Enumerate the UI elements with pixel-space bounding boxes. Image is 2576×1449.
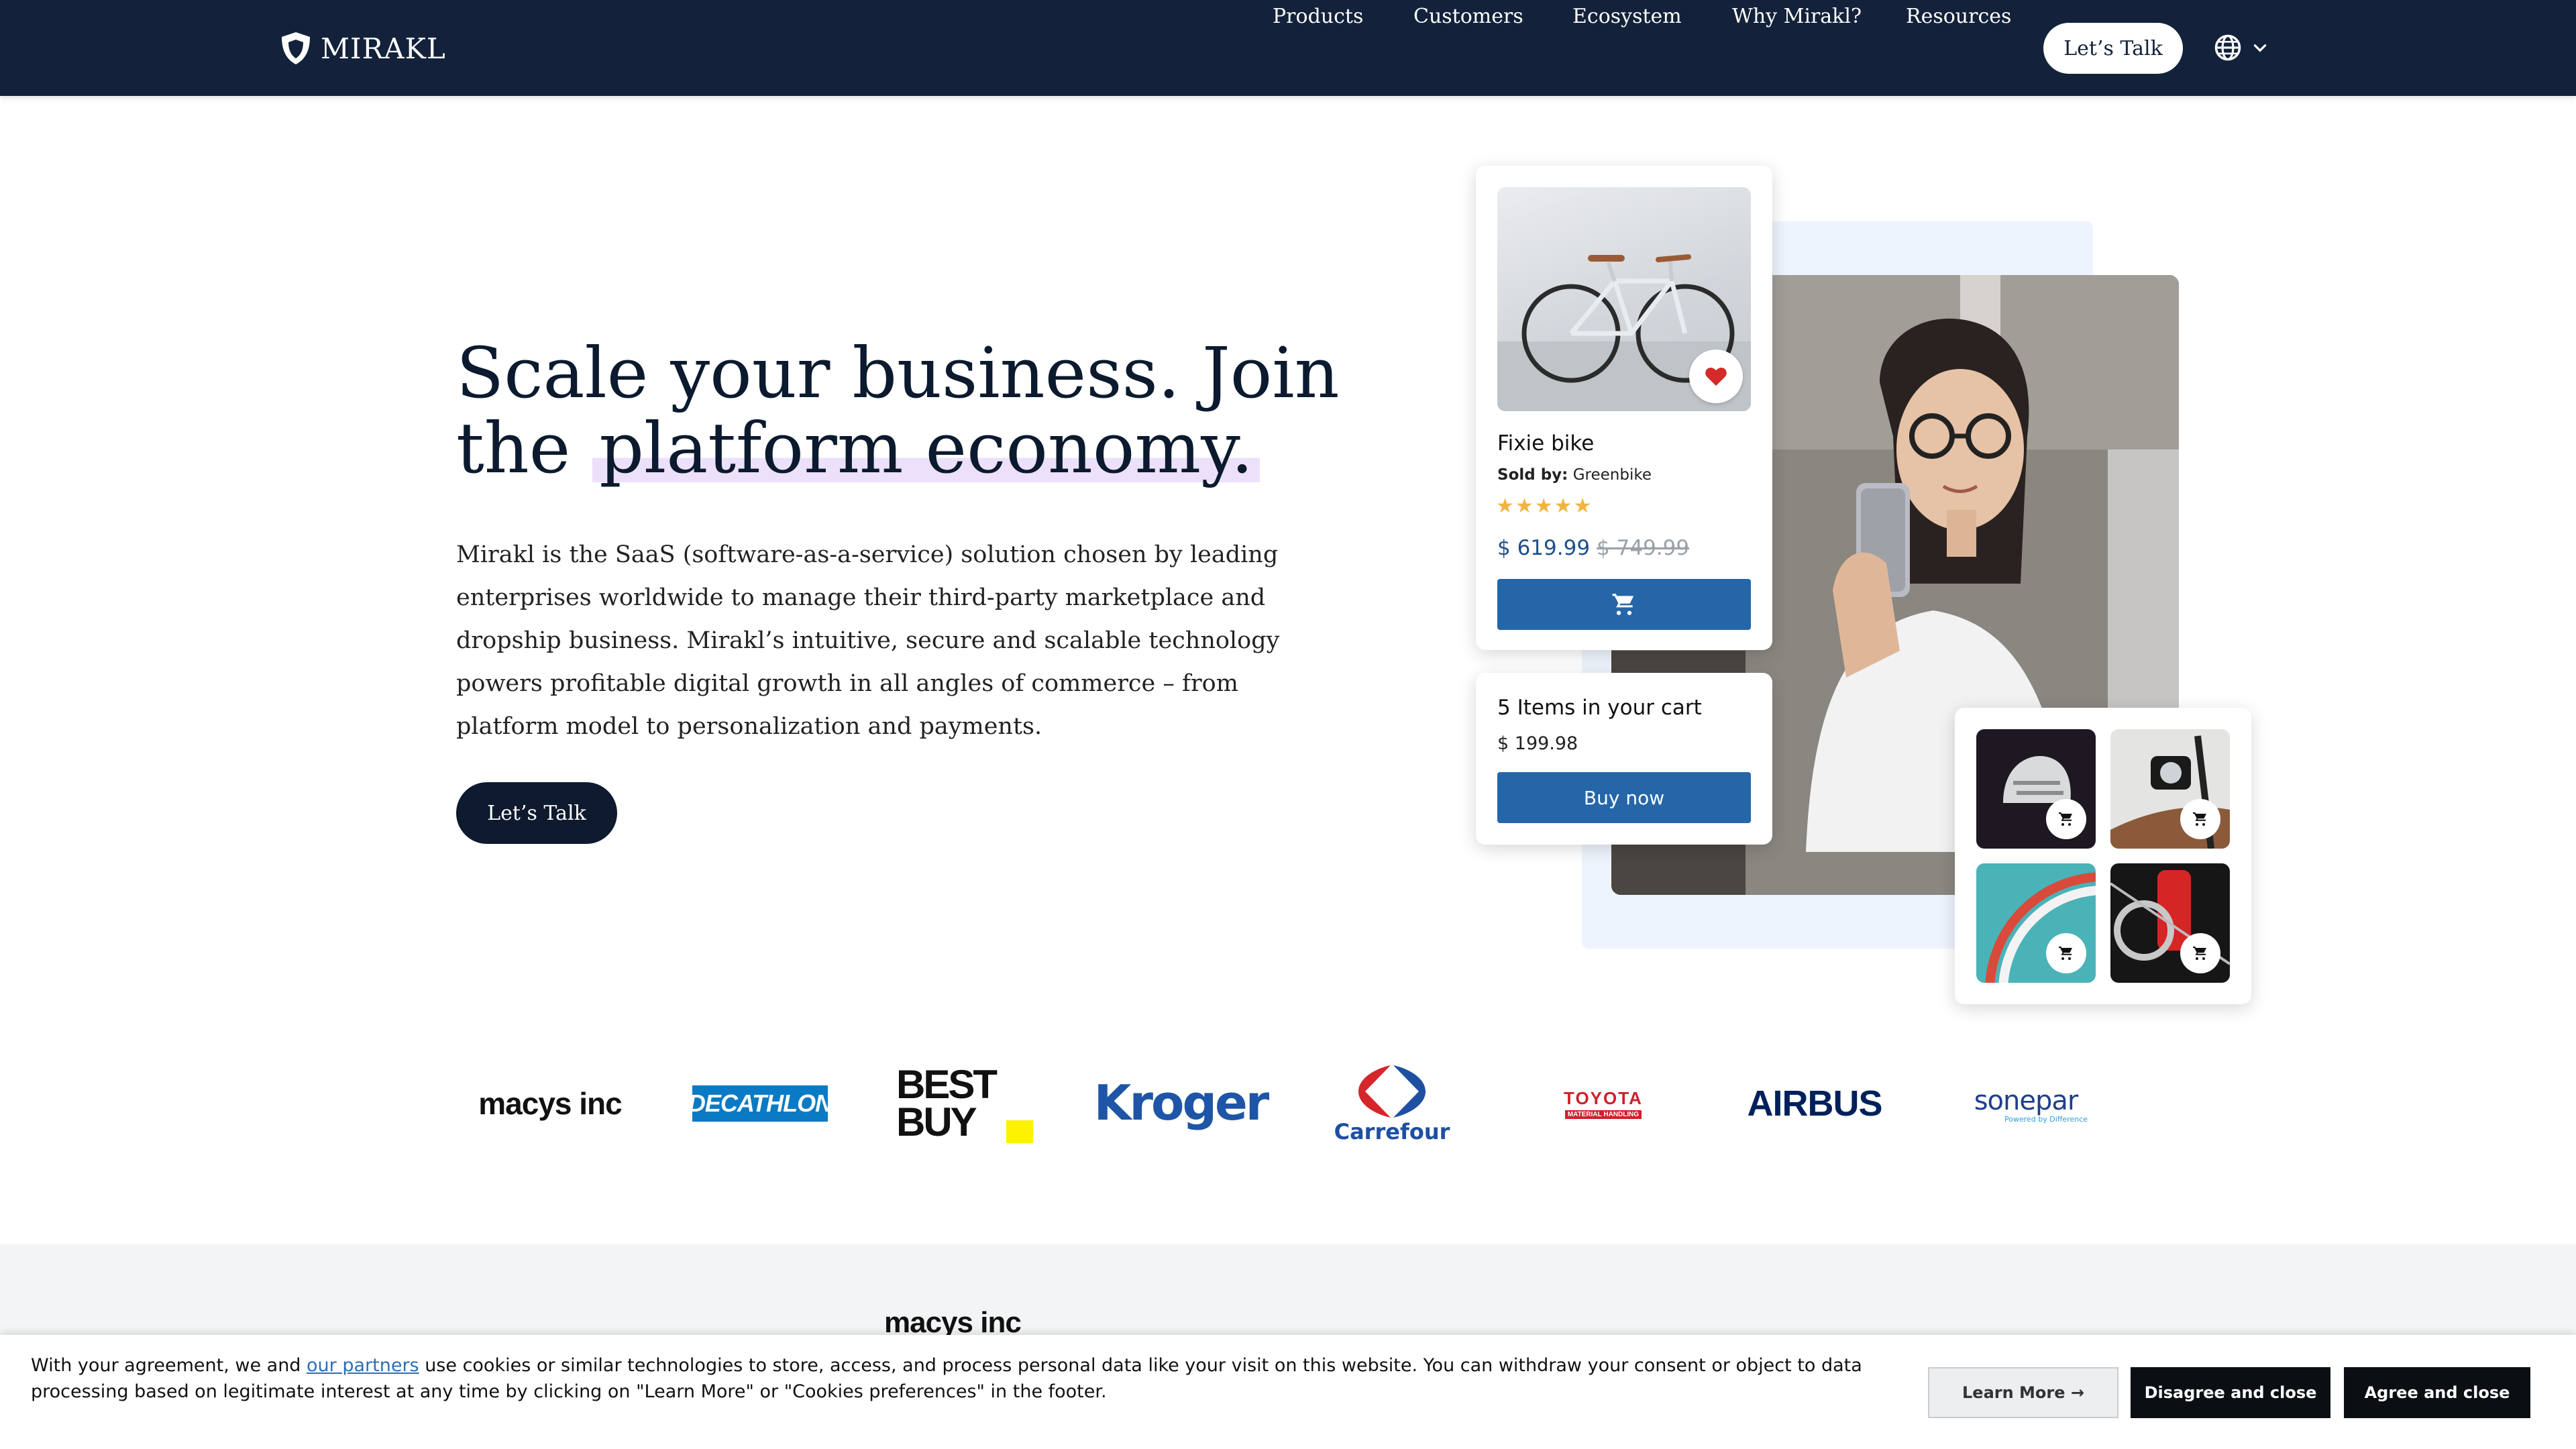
- nav-lets-talk-button[interactable]: Let’s Talk: [2043, 23, 2183, 74]
- carrefour-emblem: [1358, 1065, 1426, 1118]
- current-price: $ 619.99: [1497, 536, 1591, 560]
- hero-lets-talk-button[interactable]: Let’s Talk: [456, 782, 617, 844]
- learn-more-button[interactable]: Learn More →: [1928, 1367, 2118, 1418]
- kroger-logo-text: Kroger: [1093, 1075, 1270, 1131]
- mirakl-logo[interactable]: MIRAKL: [280, 30, 446, 67]
- nav-resources[interactable]: Resources: [1906, 0, 2011, 34]
- cart-icon: [2193, 812, 2206, 826]
- chevron-down-icon: [2253, 44, 2267, 52]
- add-to-cart-button[interactable]: [1497, 579, 1751, 630]
- partners-link[interactable]: our partners: [307, 1355, 419, 1376]
- rating-stars: ★★★★★: [1496, 494, 1593, 518]
- airbus-logo-text: AIRBUS: [1747, 1083, 1882, 1124]
- tile-cart-button[interactable]: [2046, 799, 2086, 839]
- nav-customers[interactable]: Customers: [1413, 0, 1523, 34]
- buy-now-button[interactable]: Buy now: [1497, 772, 1751, 823]
- toyota-subtext: MATERIAL HANDLING: [1564, 1110, 1642, 1119]
- bike-product-image: [1497, 187, 1751, 411]
- nav-products[interactable]: Products: [1273, 0, 1363, 34]
- cart-icon: [2059, 812, 2072, 826]
- cart-icon: [1612, 594, 1634, 615]
- hero-description: Mirakl is the SaaS (software-as-a-servic…: [456, 541, 1280, 740]
- shield-logo-icon: [282, 32, 310, 64]
- sonepar-logo-text: sonepar: [1974, 1085, 2079, 1116]
- language-selector[interactable]: [2214, 34, 2269, 62]
- sonepar-logo: sonepar Powered by Difference: [1945, 1077, 2106, 1131]
- tile-cart-button[interactable]: [2046, 933, 2086, 973]
- helmet-product-tile[interactable]: [1976, 729, 2096, 849]
- cart-total: $ 199.98: [1497, 733, 1578, 754]
- kroger-logo: Kroger: [1094, 1063, 1270, 1143]
- old-price: $ 749.99: [1597, 536, 1690, 560]
- favorite-button[interactable]: [1689, 350, 1743, 403]
- product-name: Fixie bike: [1497, 431, 1595, 455]
- cart-summary-card: 5 Items in your cart $ 199.98 Buy now: [1476, 673, 1772, 845]
- brake-product-tile[interactable]: [2110, 863, 2230, 983]
- toyota-logo: TOYOTA MATERIAL HANDLING: [1543, 1080, 1664, 1127]
- cart-icon: [2193, 947, 2206, 960]
- toyota-logo-text: TOYOTA: [1564, 1088, 1643, 1108]
- product-card[interactable]: Fixie bike Sold by: Greenbike ★★★★★ $ 61…: [1476, 166, 1772, 650]
- macys-logo: macys inc: [470, 1073, 631, 1134]
- best-buy-logo: BEST BUY: [896, 1060, 1044, 1147]
- cookie-text-start: With your agreement, we and: [31, 1355, 307, 1376]
- heart-icon: [1705, 367, 1727, 386]
- cart-icon: [2059, 947, 2072, 960]
- tile-cart-button[interactable]: [2180, 799, 2220, 839]
- agree-close-button[interactable]: Agree and close: [2344, 1367, 2530, 1418]
- best-buy-logo-text: BEST BUY: [896, 1062, 998, 1144]
- disagree-close-button[interactable]: Disagree and close: [2131, 1367, 2330, 1418]
- product-grid-card: [1955, 708, 2251, 1004]
- hero-title-highlight: platform economy.: [592, 407, 1260, 489]
- macys-logo-text: macys inc: [478, 1086, 622, 1121]
- decathlon-logo-text: DECATHLON: [688, 1089, 833, 1117]
- nav-why-mirakl[interactable]: Why Mirakl?: [1732, 0, 1862, 34]
- tire-product-tile[interactable]: [1976, 863, 2096, 983]
- seller-name: Greenbike: [1572, 466, 1652, 484]
- cart-items-count: 5 Items in your cart: [1497, 696, 1702, 720]
- carrefour-logo: Carrefour: [1328, 1056, 1456, 1150]
- globe-icon: [2214, 34, 2241, 61]
- product-seller: Sold by: Greenbike: [1497, 466, 1652, 484]
- nav-ecosystem[interactable]: Ecosystem: [1572, 0, 1682, 34]
- brand-name: MIRAKL: [321, 32, 446, 65]
- top-navigation: MIRAKL Products Customers Ecosystem Why …: [0, 0, 2576, 96]
- carrefour-logo-text: Carrefour: [1334, 1119, 1450, 1144]
- decathlon-logo: DECATHLON: [688, 1085, 833, 1122]
- sonepar-subtext: Powered by Difference: [2004, 1114, 2088, 1124]
- tile-cart-button[interactable]: [2180, 933, 2220, 973]
- cookie-banner: With your agreement, we and our partners…: [0, 1335, 2576, 1449]
- best-buy-tag: [1006, 1120, 1033, 1143]
- airbus-logo: AIRBUS: [1731, 1073, 1898, 1134]
- cookie-message: With your agreement, we and our partners…: [31, 1352, 1909, 1405]
- seller-label: Sold by:: [1497, 466, 1568, 484]
- product-price: $ 619.99 $ 749.99: [1497, 536, 1689, 560]
- bike-light-product-tile[interactable]: [2110, 729, 2230, 849]
- hero-title: Scale your business. Join the platform e…: [456, 335, 1342, 489]
